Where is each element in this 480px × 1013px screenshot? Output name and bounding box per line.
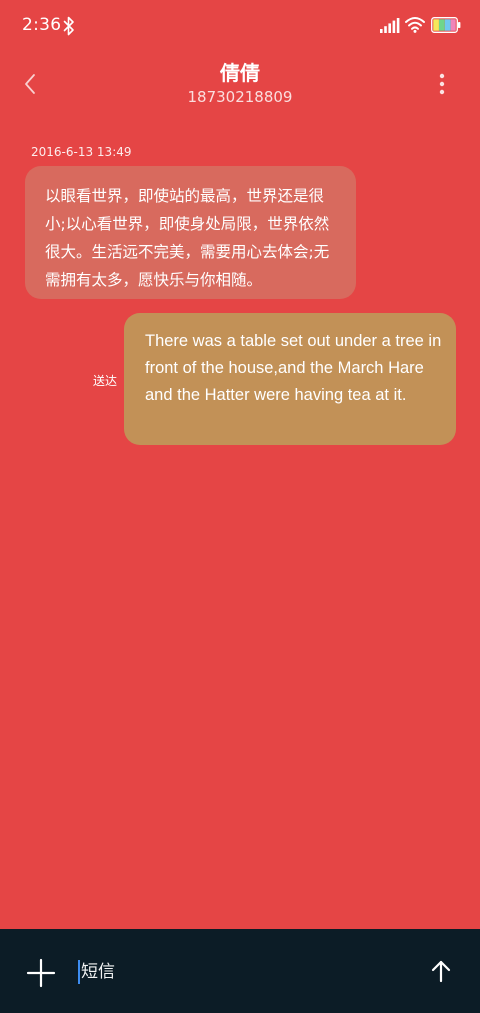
bluetooth-icon (63, 16, 74, 36)
contact-number: 18730218809 (187, 88, 293, 106)
delivery-status: 送达 (93, 374, 118, 388)
outgoing-message-bubble[interactable]: There was a table set out under a tree i… (124, 313, 456, 445)
conversation-header: 倩倩 18730218809 (0, 52, 480, 114)
message-composer (0, 929, 480, 1013)
signal-icon (380, 18, 400, 33)
message-input[interactable] (81, 957, 371, 987)
status-time: 2:36 (22, 15, 62, 35)
add-icon[interactable] (26, 958, 56, 988)
text-caret (78, 960, 80, 984)
status-bar: 2:36 (0, 0, 480, 52)
contact-name: 倩倩 (220, 61, 260, 85)
more-icon[interactable] (432, 71, 452, 97)
incoming-message-bubble[interactable]: 以眼看世界，即使站的最高，世界还是很小;以心看世界，即使身处局限，世界依然很大。… (25, 166, 356, 299)
message-timestamp: 2016-6-13 13:49 (31, 145, 132, 159)
wifi-icon (405, 17, 425, 33)
send-arrow-icon[interactable] (430, 959, 452, 983)
battery-icon (431, 17, 461, 33)
message-input-area[interactable] (78, 957, 378, 987)
